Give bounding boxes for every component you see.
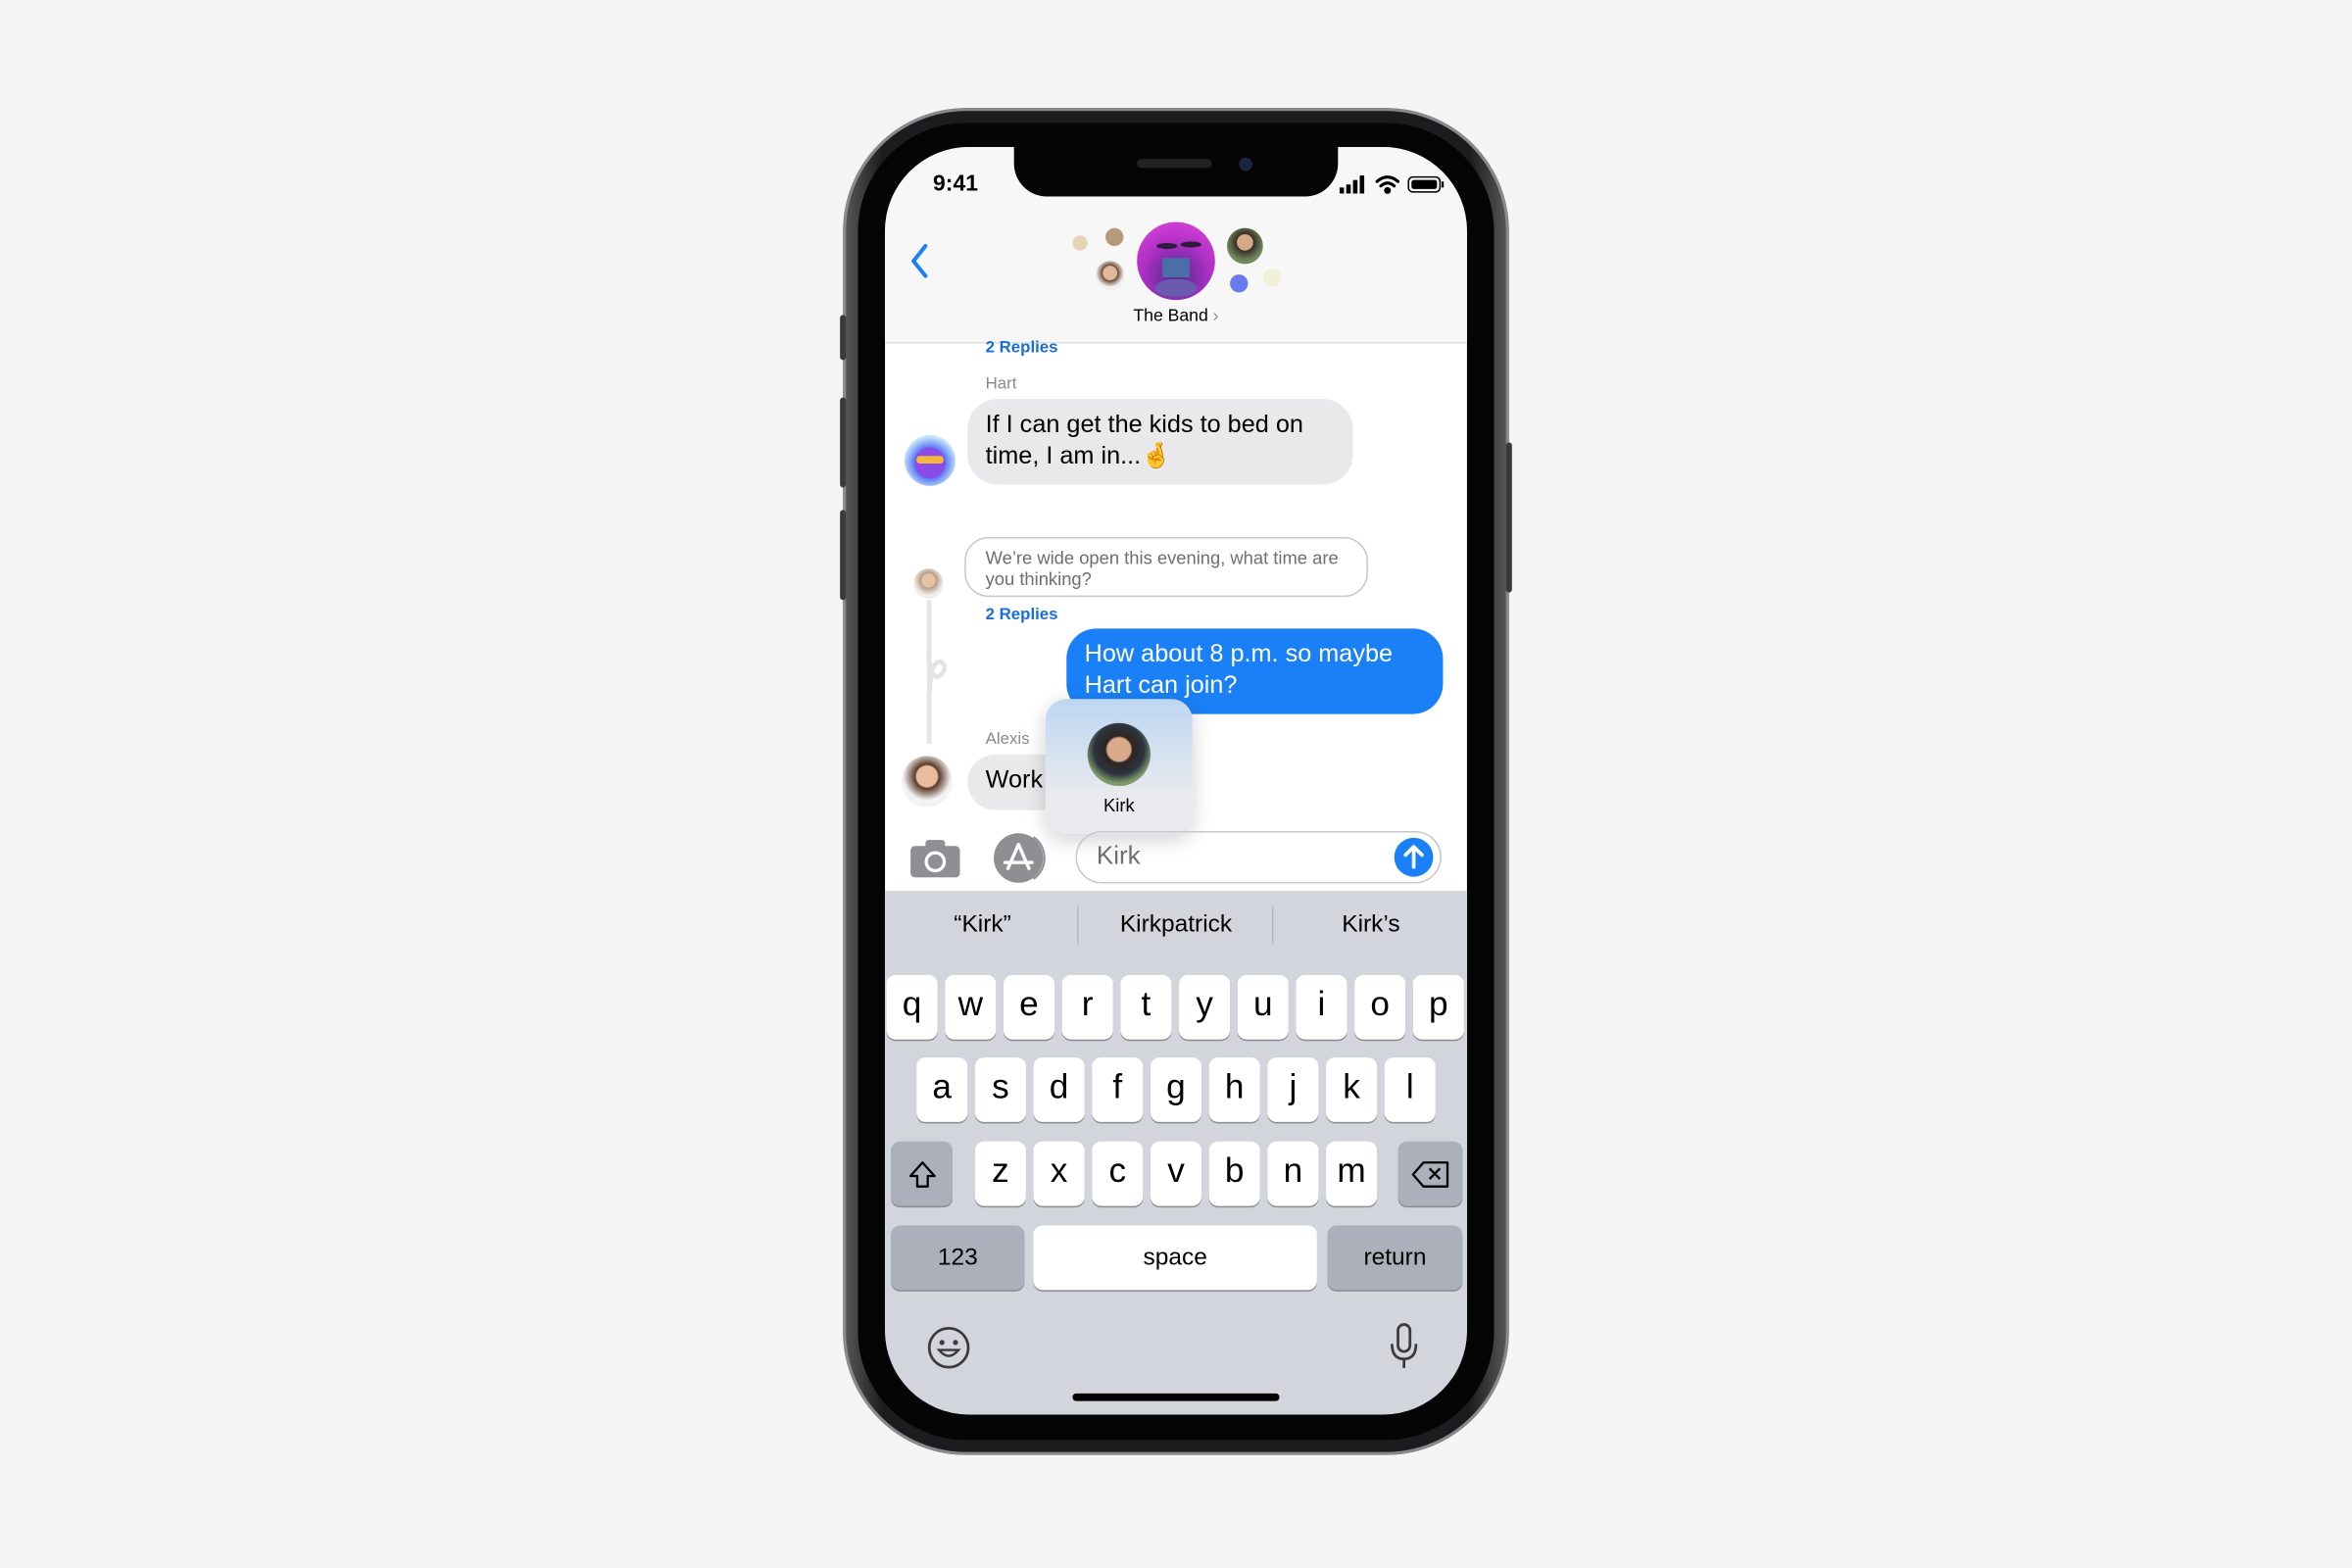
message-input[interactable]: Kirk: [1075, 830, 1442, 884]
key-o[interactable]: o: [1354, 974, 1406, 1040]
replies-link[interactable]: 2 Replies: [986, 606, 1058, 623]
key-w[interactable]: w: [945, 974, 997, 1040]
key-m[interactable]: m: [1326, 1141, 1378, 1206]
space-key[interactable]: space: [1033, 1225, 1317, 1291]
key-k[interactable]: k: [1326, 1057, 1378, 1122]
key-b[interactable]: b: [1208, 1141, 1260, 1206]
key-x[interactable]: x: [1033, 1141, 1085, 1206]
member-avatar-kirk: [1227, 227, 1263, 265]
group-name[interactable]: The Band ›: [1086, 308, 1266, 325]
cellular-signal-icon: [1339, 175, 1365, 194]
hart-avatar: [904, 434, 956, 486]
back-chevron-icon[interactable]: [909, 243, 930, 279]
key-q[interactable]: q: [886, 974, 938, 1040]
sender-avatar: [913, 568, 944, 599]
sender-name: Alexis: [985, 730, 1030, 749]
key-h[interactable]: h: [1208, 1057, 1260, 1122]
stage: 9:41 The Band › 2 Replies Hart If I can …: [0, 0, 2352, 1567]
delete-key[interactable]: [1397, 1141, 1463, 1206]
thread-loop: [926, 652, 948, 692]
thread-message-bubble[interactable]: We’re wide open this evening, what time …: [964, 536, 1368, 598]
shift-icon: [908, 1160, 935, 1188]
status-icons: [1339, 175, 1445, 194]
key-i[interactable]: i: [1296, 974, 1348, 1040]
mention-name: Kirk: [1102, 795, 1135, 816]
key-r[interactable]: r: [1061, 974, 1113, 1040]
message-input-value: Kirk: [1096, 841, 1141, 870]
camera-icon[interactable]: [910, 839, 960, 878]
battery-icon: [1407, 175, 1445, 193]
key-z[interactable]: z: [974, 1141, 1026, 1206]
notch: [1013, 146, 1339, 197]
side-button: [1505, 442, 1512, 593]
delete-icon: [1410, 1160, 1448, 1188]
key-n[interactable]: n: [1267, 1141, 1319, 1206]
key-t[interactable]: t: [1120, 974, 1172, 1040]
key-p[interactable]: p: [1412, 974, 1464, 1040]
key-v[interactable]: v: [1150, 1141, 1202, 1206]
suggestion-3[interactable]: Kirk’s: [1273, 912, 1466, 940]
kirk-avatar: [1087, 722, 1151, 787]
key-y[interactable]: y: [1179, 974, 1231, 1040]
group-avatar[interactable]: [1137, 221, 1215, 301]
key-d[interactable]: d: [1033, 1057, 1085, 1122]
microphone-icon[interactable]: [1388, 1323, 1421, 1371]
suggestion-2[interactable]: Kirkpatrick: [1079, 912, 1274, 940]
key-f[interactable]: f: [1092, 1057, 1144, 1122]
key-c[interactable]: c: [1092, 1141, 1144, 1206]
member-avatar: [1072, 235, 1088, 251]
message-bubble[interactable]: If I can get the kids to bed on time, I …: [967, 399, 1353, 485]
wifi-icon: [1375, 175, 1400, 194]
send-button[interactable]: [1394, 837, 1434, 877]
app-store-icon[interactable]: [993, 832, 1050, 883]
key-e[interactable]: e: [1003, 974, 1055, 1040]
member-avatar: [1262, 268, 1282, 287]
numbers-key[interactable]: 123: [891, 1225, 1025, 1291]
replies-link[interactable]: 2 Replies: [986, 339, 1058, 357]
member-avatar: [1105, 227, 1124, 247]
keyboard: “Kirk” Kirkpatrick Kirk’s 123 space retu…: [885, 891, 1467, 1415]
key-u[interactable]: u: [1237, 974, 1289, 1040]
key-a[interactable]: a: [916, 1057, 968, 1122]
key-g[interactable]: g: [1150, 1057, 1202, 1122]
mute-switch: [840, 315, 847, 361]
return-key[interactable]: return: [1327, 1225, 1463, 1291]
home-indicator[interactable]: [1072, 1393, 1280, 1401]
sender-name: Hart: [985, 374, 1017, 394]
member-avatar: [1230, 274, 1249, 293]
status-time: 9:41: [933, 171, 978, 197]
screen: 9:41 The Band › 2 Replies Hart If I can …: [885, 146, 1467, 1415]
member-avatar: [1095, 261, 1125, 291]
alexis-avatar: [901, 756, 953, 808]
key-s[interactable]: s: [974, 1057, 1026, 1122]
volume-up-button: [840, 397, 847, 488]
key-l[interactable]: l: [1384, 1057, 1436, 1122]
key-j[interactable]: j: [1267, 1057, 1319, 1122]
emoji-icon[interactable]: [927, 1326, 970, 1369]
shift-key[interactable]: [891, 1141, 953, 1206]
suggestion-1[interactable]: “Kirk”: [885, 912, 1080, 940]
volume-down-button: [840, 510, 847, 601]
mention-suggestion-popup[interactable]: Kirk: [1045, 699, 1193, 835]
